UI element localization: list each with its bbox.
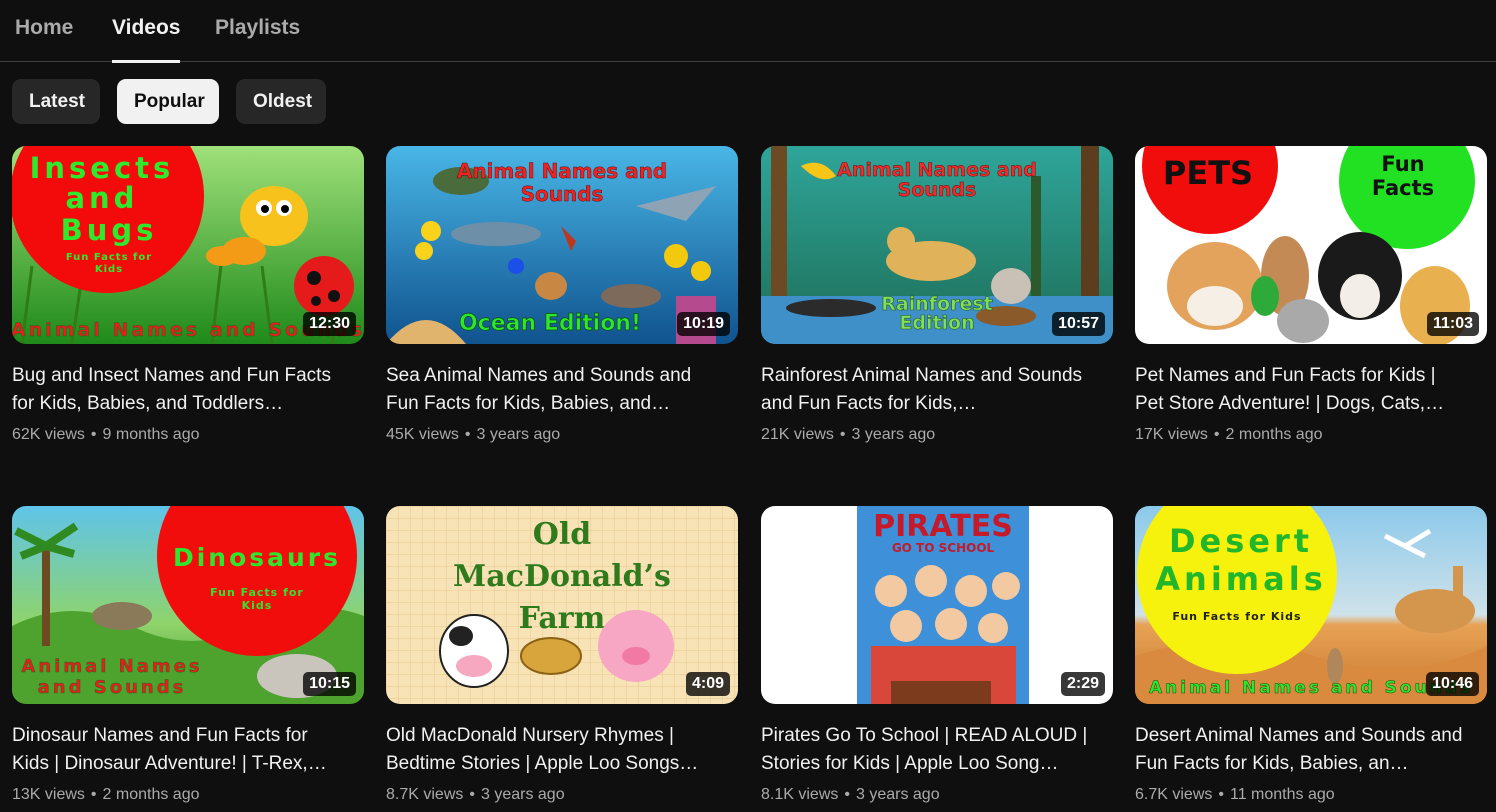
video-card[interactable]: Old MacDonald’s Farm 4:09 Old MacDonald Nu… [386, 506, 738, 806]
video-thumbnail[interactable]: Animal Names and Sounds Ocean Edition! 10… [386, 146, 738, 344]
video-thumbnail[interactable]: PIRATES GO TO SCHOOL 2:29 [761, 506, 1113, 704]
view-count: 21K views [761, 426, 834, 443]
svg-text:Ocean Edition!: Ocean Edition! [459, 311, 641, 336]
channel-tabs: Home Videos Playlists [0, 0, 1496, 63]
video-thumbnail[interactable]: Animal Names and Sounds Rainforest Edition… [761, 146, 1113, 344]
video-card[interactable]: Animal Names and Sounds Ocean Edition! 10… [386, 146, 738, 446]
video-thumbnail[interactable]: Desert Animals Fun Facts for Kids Animal … [1135, 506, 1487, 704]
svg-text:PETS: PETS [1163, 154, 1253, 192]
svg-text:Dinosaurs: Dinosaurs [173, 543, 341, 572]
svg-text:DesertAnimals: Desert Animals [1155, 522, 1326, 598]
video-thumbnail[interactable]: Old MacDonald’s Farm 4:09 [386, 506, 738, 704]
svg-text:Animal Namesand Sounds: Animal Names and Sounds [21, 656, 202, 698]
chip-popular[interactable]: Popular [117, 79, 219, 124]
video-thumbnail[interactable]: Insects and Bugs Fun Facts for Kids Anima… [12, 146, 364, 344]
video-card[interactable]: Desert Animals Fun Facts for Kids Animal … [1135, 506, 1487, 806]
video-card[interactable]: Insects and Bugs Fun Facts for Kids Anima… [12, 146, 364, 446]
video-title[interactable]: Bug and Insect Names and Fun Facts for K… [12, 362, 342, 418]
upload-age: 2 months ago [102, 786, 200, 803]
view-count: 8.7K views [386, 786, 464, 803]
video-meta: 21K views • 3 years ago [761, 426, 936, 443]
video-meta: 13K views • 2 months ago [12, 786, 200, 803]
view-count: 62K views [12, 426, 85, 443]
video-duration: 12:30 [303, 312, 356, 336]
video-duration: 10:46 [1426, 672, 1479, 696]
video-duration: 11:03 [1426, 312, 1479, 336]
video-duration: 10:19 [677, 312, 730, 336]
video-title[interactable]: Dinosaur Names and Fun Facts for Kids | … [12, 722, 342, 778]
upload-age: 9 months ago [102, 426, 200, 443]
video-meta: 17K views • 2 months ago [1135, 426, 1323, 443]
video-duration: 10:57 [1052, 312, 1105, 336]
chip-latest[interactable]: Latest [12, 79, 100, 124]
upload-age: 3 years ago [851, 426, 936, 443]
tab-home[interactable]: Home [15, 0, 73, 62]
video-card[interactable]: PETS Fun Facts 11:03 Pet Names and Fun Fa… [1135, 146, 1487, 446]
tab-videos[interactable]: Videos [112, 0, 181, 63]
view-count: 45K views [386, 426, 459, 443]
view-count: 8.1K views [761, 786, 839, 803]
video-duration: 10:15 [303, 672, 356, 696]
video-duration: 2:29 [1060, 672, 1105, 696]
video-meta: 8.7K views • 3 years ago [386, 786, 565, 803]
upload-age: 2 months ago [1225, 426, 1323, 443]
video-title[interactable]: Sea Animal Names and Sounds and Fun Fact… [386, 362, 716, 418]
video-title[interactable]: Rainforest Animal Names and Sounds and F… [761, 362, 1091, 418]
svg-text:GO TO SCHOOL: GO TO SCHOOL [892, 541, 995, 555]
video-thumbnail[interactable]: PETS Fun Facts 11:03 [1135, 146, 1487, 344]
svg-text:Animal Names and Sounds: Animal Names and Sounds [1149, 678, 1473, 698]
video-title[interactable]: Old MacDonald Nursery Rhymes | Bedtime S… [386, 722, 716, 778]
upload-age: 11 months ago [1229, 786, 1335, 803]
chip-oldest[interactable]: Oldest [236, 79, 326, 124]
video-title[interactable]: Pet Names and Fun Facts for Kids | Pet S… [1135, 362, 1465, 418]
view-count: 17K views [1135, 426, 1208, 443]
upload-age: 3 years ago [476, 426, 561, 443]
video-title[interactable]: Pirates Go To School | READ ALOUD | Stor… [761, 722, 1091, 778]
upload-age: 3 years ago [855, 786, 940, 803]
video-duration: 4:09 [685, 672, 730, 696]
video-card[interactable]: Animal Names and Sounds Rainforest Edition… [761, 146, 1113, 446]
thumbnail-image: Old MacDonald’s Farm [386, 506, 738, 704]
video-card[interactable]: PIRATES GO TO SCHOOL 2:29 Pirates Go To … [761, 506, 1113, 806]
thumb-circle-line1: Insects [30, 151, 175, 185]
view-count: 6.7K views [1135, 786, 1213, 803]
video-meta: 8.1K views • 3 years ago [761, 786, 940, 803]
video-meta: 6.7K views • 11 months ago [1135, 786, 1335, 803]
view-count: 13K views [12, 786, 85, 803]
video-title[interactable]: Desert Animal Names and Sounds and Fun F… [1135, 722, 1465, 778]
video-thumbnail[interactable]: Dinosaurs Fun Facts for Kids Animal Names… [12, 506, 364, 704]
video-meta: 45K views • 3 years ago [386, 426, 561, 443]
upload-age: 3 years ago [480, 786, 565, 803]
svg-text:PIRATES: PIRATES [873, 509, 1013, 544]
thumbnail-image: PIRATES GO TO SCHOOL [761, 506, 1113, 704]
svg-text:Fun Facts for Kids: Fun Facts for Kids [1172, 610, 1301, 623]
video-meta: 62K views • 9 months ago [12, 426, 200, 443]
tab-playlists[interactable]: Playlists [215, 0, 300, 62]
video-card[interactable]: Dinosaurs Fun Facts for Kids Animal Names… [12, 506, 364, 806]
